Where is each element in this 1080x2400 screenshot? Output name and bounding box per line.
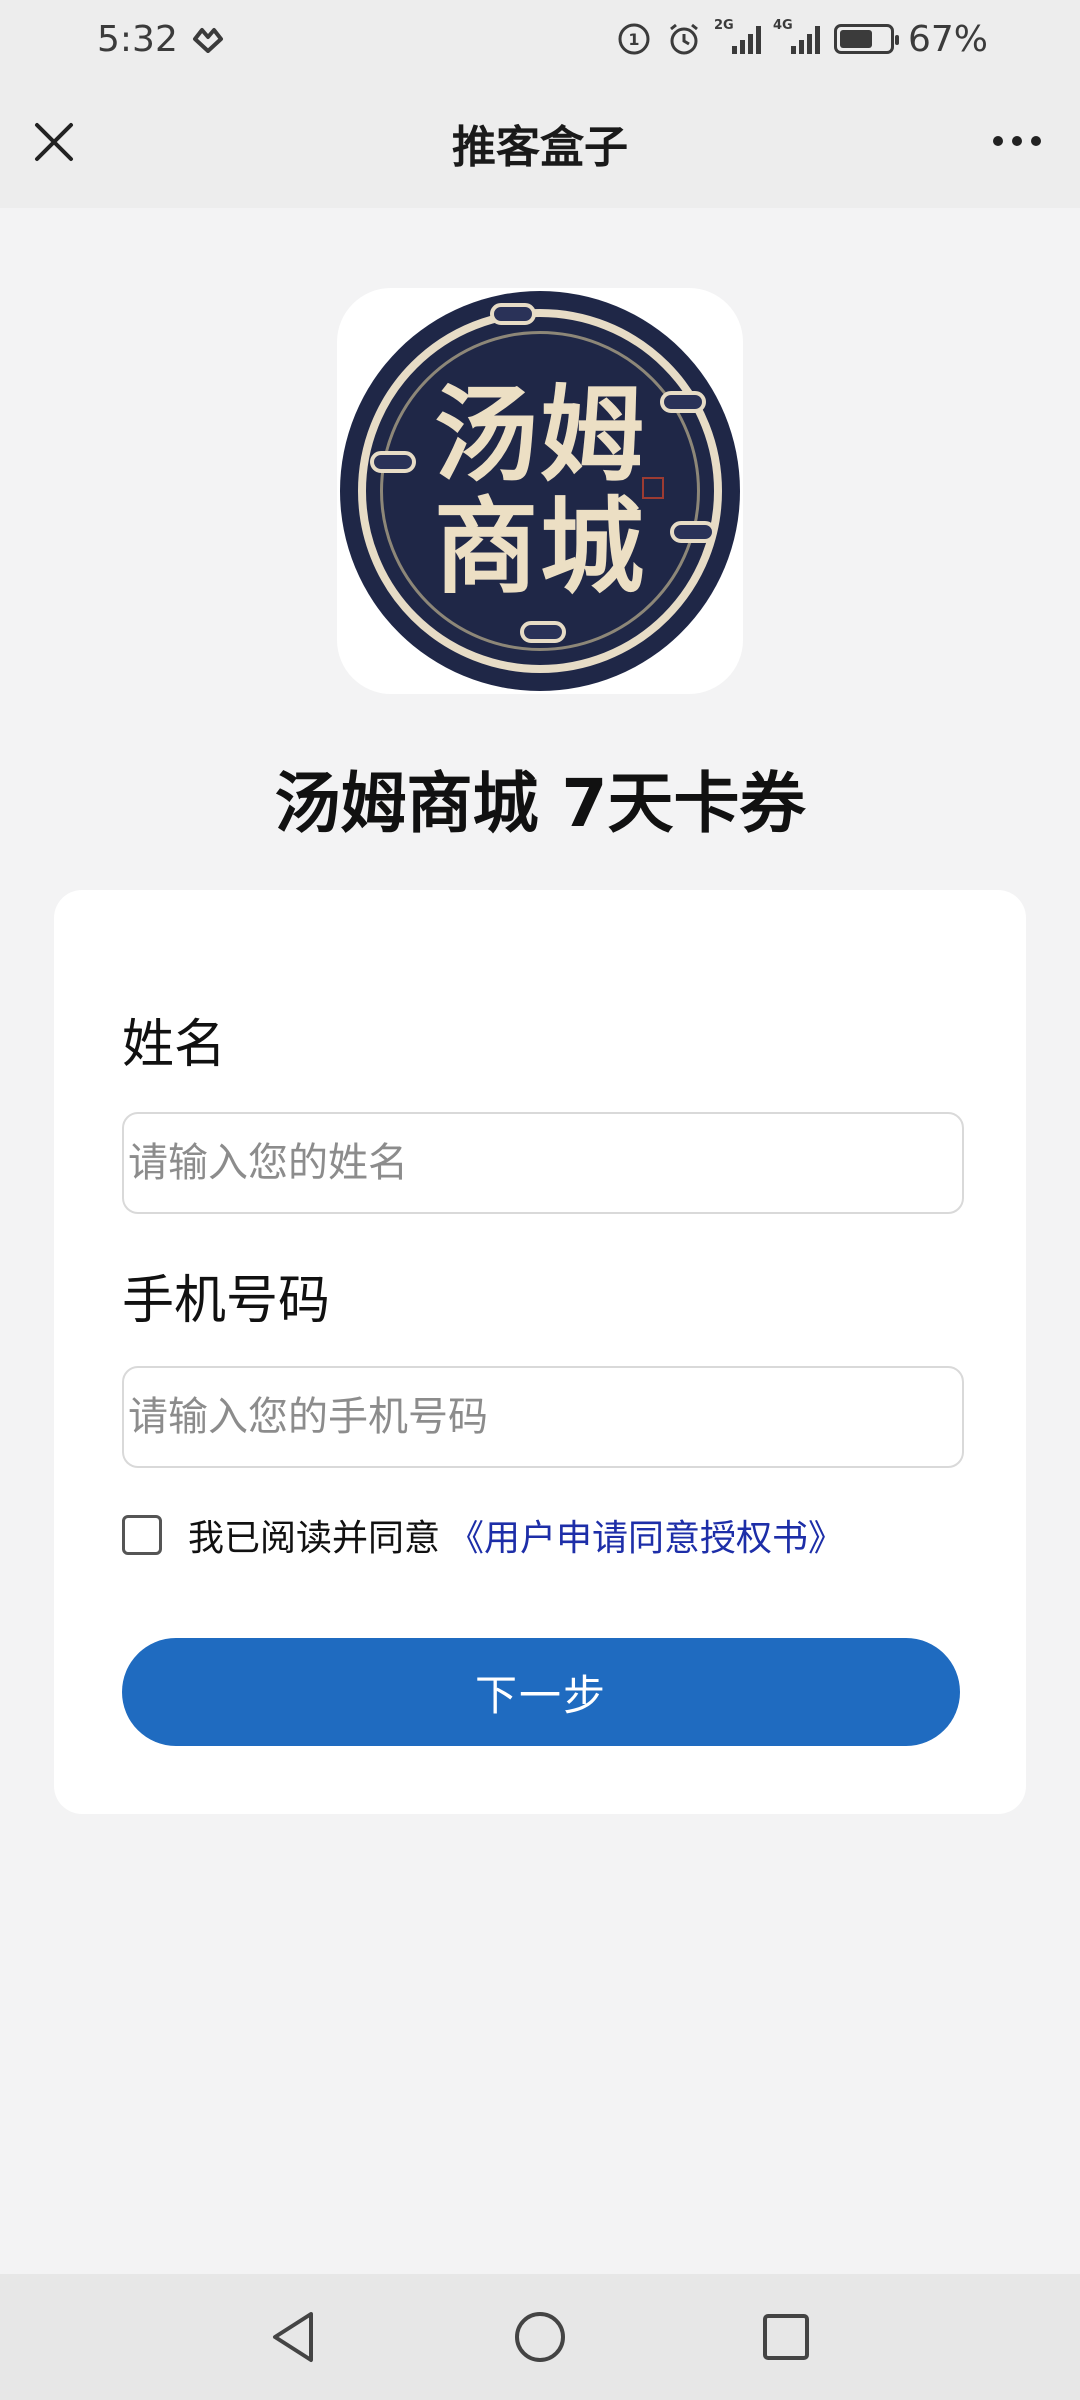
signal-strength-icon-2: 4G [773, 18, 820, 54]
more-dots-icon [1012, 136, 1022, 146]
nav-home-button[interactable] [510, 2307, 570, 2367]
system-nav-bar [0, 2274, 1080, 2400]
page-title: 推客盒子 [452, 122, 628, 173]
more-button[interactable] [984, 120, 1050, 162]
alarm-icon [666, 21, 702, 57]
cloud-ornament [490, 303, 536, 325]
cloud-ornament [370, 451, 416, 473]
phone-input[interactable] [122, 1366, 964, 1468]
product-title: 汤姆商城 7天卡券 [274, 765, 806, 842]
more-dots-icon [993, 136, 1003, 146]
nav-back-button[interactable] [264, 2307, 324, 2367]
home-circle-icon [515, 2312, 565, 2362]
form-card: 姓名 手机号码 我已阅读并同意 《用户申请同意授权书》 下一步 [54, 890, 1026, 1814]
seal-stamp-icon [642, 477, 664, 499]
status-time: 5:32 [97, 18, 178, 60]
status-right: 1 2G 4G 67% [616, 18, 988, 60]
name-input[interactable] [122, 1112, 964, 1214]
battery-level [839, 30, 873, 48]
network-type-label-2: 4G [772, 18, 793, 33]
battery-percent: 67% [907, 18, 988, 60]
consent-row: 我已阅读并同意 《用户申请同意授权书》 [122, 1510, 844, 1560]
title-bar: 推客盒子 [0, 78, 1080, 208]
battery-icon [833, 24, 899, 54]
cloud-ornament [660, 391, 706, 413]
consent-agreement-link[interactable]: 《用户申请同意授权书》 [448, 1509, 844, 1561]
close-icon [35, 123, 73, 161]
nav-recents-button[interactable] [756, 2307, 816, 2367]
consent-checkbox[interactable] [122, 1515, 162, 1555]
more-dots-icon [1031, 136, 1041, 146]
recents-square-icon [763, 2314, 809, 2360]
signal-strength-icon: 2G [714, 18, 761, 54]
cloud-ornament [670, 521, 716, 543]
logo-line-1: 汤姆 [433, 373, 646, 496]
status-bar: 5:32 1 2G 4G 67% [0, 0, 1080, 78]
network-type-label: 2G [713, 18, 734, 33]
store-logo: 汤姆 商城 [337, 288, 743, 694]
cloud-ornament [520, 621, 566, 643]
back-triangle-icon [273, 2312, 313, 2362]
logo-line-2: 商城 [433, 485, 646, 608]
call-data-icon: 1 [616, 21, 652, 57]
consent-text: 我已阅读并同意 [188, 1518, 441, 1559]
status-left: 5:32 [97, 19, 224, 60]
name-label: 姓名 [122, 1015, 227, 1075]
logo-badge: 汤姆 商城 [340, 291, 740, 691]
next-step-button[interactable]: 下一步 [122, 1638, 960, 1746]
svg-text:1: 1 [628, 30, 639, 49]
close-button[interactable] [28, 116, 80, 168]
notification-icon [192, 25, 224, 53]
phone-label: 手机号码 [122, 1271, 331, 1331]
logo-wordmark: 汤姆 商城 [420, 379, 660, 603]
